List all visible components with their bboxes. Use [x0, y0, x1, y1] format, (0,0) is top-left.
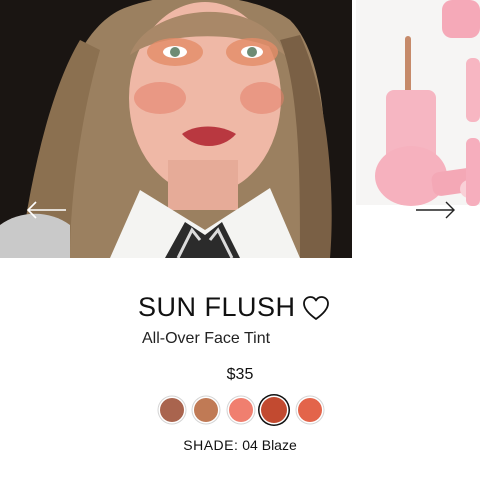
product-image-carousel[interactable]: [0, 0, 480, 258]
heart-outline-icon[interactable]: [301, 294, 331, 322]
shade-swatch-list: [0, 396, 480, 426]
shade-swatch[interactable]: [194, 398, 218, 422]
shade-swatch[interactable]: [298, 398, 322, 422]
shade-swatch[interactable]: [229, 398, 253, 422]
product-subtitle: All-Over Face Tint: [142, 330, 271, 347]
shade-value: 04 Blaze: [242, 437, 297, 453]
arrow-right-icon[interactable]: [414, 198, 456, 222]
shade-swatch[interactable]: [160, 398, 184, 422]
shade-swatch[interactable]: [261, 397, 287, 423]
arrow-left-icon[interactable]: [26, 198, 68, 222]
shade-label: SHADE:: [183, 437, 239, 453]
product-title: SUN FLUSH: [138, 292, 296, 322]
product-title-row: SUN FLUSH: [0, 292, 480, 332]
selected-shade: SHADE: 04 Blaze: [0, 437, 480, 453]
product-price: $35: [226, 366, 254, 383]
